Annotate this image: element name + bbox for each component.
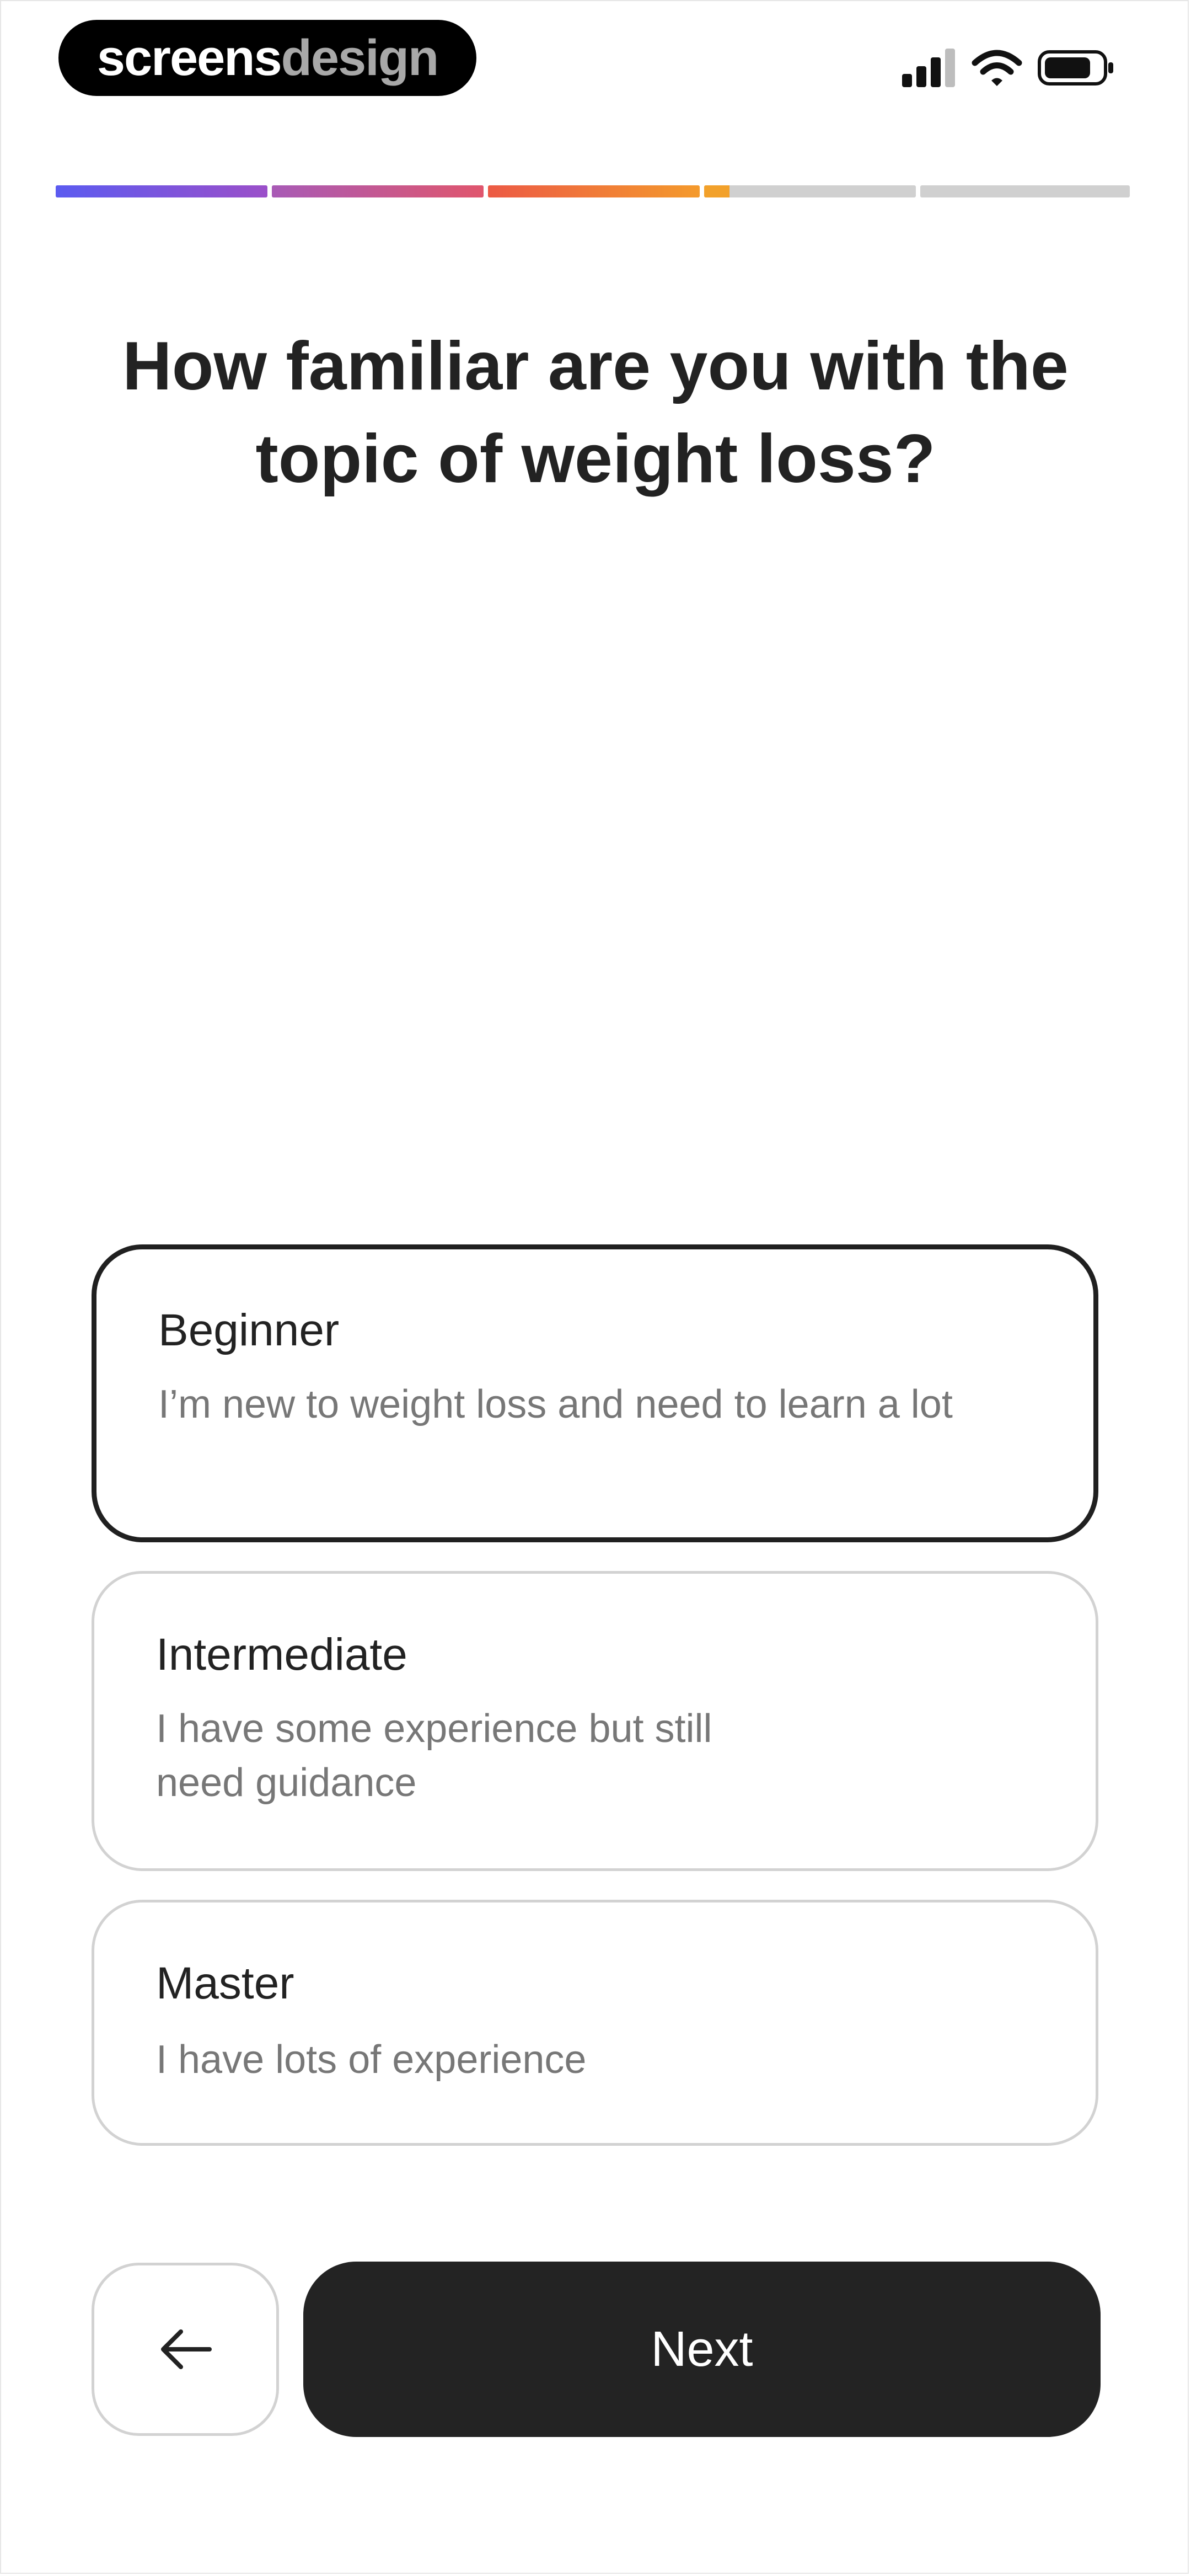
option-title: Intermediate: [156, 1629, 407, 1680]
arrow-left-icon: [161, 2329, 212, 2369]
progress-fill-2: [272, 185, 484, 197]
progress-segment-1: [56, 185, 267, 197]
option-title: Master: [156, 1958, 294, 2008]
battery-icon: [1038, 50, 1113, 85]
option-description: I have some experience but still need gu…: [156, 1707, 712, 1805]
option-beginner[interactable]: Beginner I’m new to weight loss and need…: [92, 1244, 1098, 1542]
progress-segment-3: [488, 185, 700, 197]
progress-segment-4: [704, 185, 916, 197]
next-button-label: Next: [651, 2321, 753, 2377]
wifi-icon: [972, 50, 1022, 86]
option-title: Beginner: [158, 1305, 340, 1355]
progress-fill-3: [488, 185, 700, 197]
signal-icon: [902, 49, 955, 87]
progress-segment-5: [920, 185, 1130, 197]
onboarding-progress: [56, 185, 1130, 197]
question-title: How familiar are you with the topic of w…: [122, 328, 1069, 497]
brand-logo: screens design: [58, 20, 476, 96]
brand-text-design: design: [281, 29, 439, 86]
progress-fill-1: [56, 185, 267, 197]
brand-text-screens: screens: [96, 29, 282, 86]
progress-fill-4: [704, 185, 730, 197]
option-intermediate[interactable]: Intermediate I have some experience but …: [92, 1571, 1098, 1871]
next-button[interactable]: Next: [303, 2262, 1101, 2437]
option-master[interactable]: Master I have lots of experience: [92, 1900, 1098, 2146]
option-description: I’m new to weight loss and need to learn…: [158, 1382, 953, 1426]
back-button[interactable]: [92, 2263, 279, 2436]
progress-segment-2: [272, 185, 484, 197]
option-description: I have lots of experience: [156, 2038, 587, 2082]
